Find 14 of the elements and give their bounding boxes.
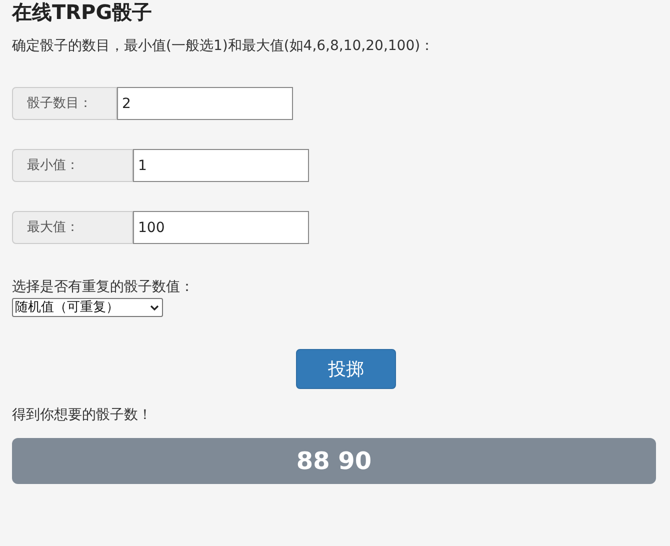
number-field[interactable]: 2 <box>117 87 293 120</box>
number-field[interactable]: 1 <box>133 149 309 182</box>
field-label: 最小值： <box>12 149 133 182</box>
field-label: 骰子数目： <box>12 87 117 120</box>
result-caption: 得到你想要的骰子数！ <box>12 406 153 425</box>
repeat-dropdown[interactable]: 随机值（可重复） <box>12 298 163 317</box>
roll-button[interactable]: 投掷 <box>296 349 396 389</box>
result-value: 88 90 <box>296 446 372 477</box>
instructions: 确定骰子的数目，最小值(一般选1)和最大值(如4,6,8,10,20,100)： <box>12 37 436 56</box>
field-label: 最大值： <box>12 211 133 244</box>
number-field[interactable]: 100 <box>133 211 309 244</box>
repeat-label: 选择是否有重复的骰子数值： <box>12 278 195 297</box>
chevron-down-icon <box>150 304 159 310</box>
page-title: 在线TRPG骰子 <box>12 0 152 24</box>
